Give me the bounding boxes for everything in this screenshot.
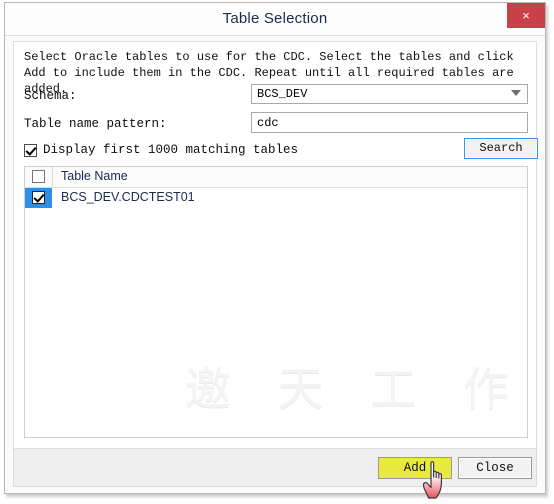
column-header-table-name: Table Name bbox=[61, 169, 128, 183]
close-button[interactable]: Close bbox=[458, 457, 532, 479]
chevron-down-icon bbox=[511, 90, 521, 96]
display-first-checkbox[interactable] bbox=[24, 144, 37, 157]
table-list[interactable]: Table Name BCS_DEV.CDCTEST01 邀 天 工 作 室 bbox=[24, 166, 528, 438]
table-row[interactable]: BCS_DEV.CDCTEST01 bbox=[25, 188, 527, 208]
search-button[interactable]: Search bbox=[464, 138, 538, 159]
select-all-checkbox[interactable] bbox=[32, 170, 45, 183]
title-bar: Table Selection × bbox=[5, 3, 545, 36]
close-icon[interactable]: × bbox=[507, 3, 545, 28]
header-divider bbox=[52, 167, 53, 187]
schema-label: Schema: bbox=[24, 89, 77, 103]
row-checkbox-cell[interactable] bbox=[25, 188, 52, 208]
schema-value: BCS_DEV bbox=[257, 87, 308, 101]
table-name-pattern-input[interactable] bbox=[251, 112, 528, 133]
watermark-text: 邀 天 工 作 室 bbox=[185, 362, 527, 416]
table-list-header: Table Name bbox=[25, 167, 527, 188]
dialog-footer: Add Close bbox=[13, 449, 537, 487]
row-table-name: BCS_DEV.CDCTEST01 bbox=[61, 190, 195, 204]
row-checkbox[interactable] bbox=[32, 191, 45, 204]
schema-select[interactable]: BCS_DEV bbox=[251, 84, 528, 104]
table-name-pattern-label: Table name pattern: bbox=[24, 117, 167, 131]
table-selection-dialog: Table Selection × Select Oracle tables t… bbox=[4, 2, 546, 494]
dialog-body: Select Oracle tables to use for the CDC.… bbox=[13, 41, 538, 449]
page-title: Table Selection bbox=[222, 10, 328, 27]
display-first-label: Display first 1000 matching tables bbox=[43, 143, 299, 157]
add-button[interactable]: Add bbox=[378, 457, 452, 479]
